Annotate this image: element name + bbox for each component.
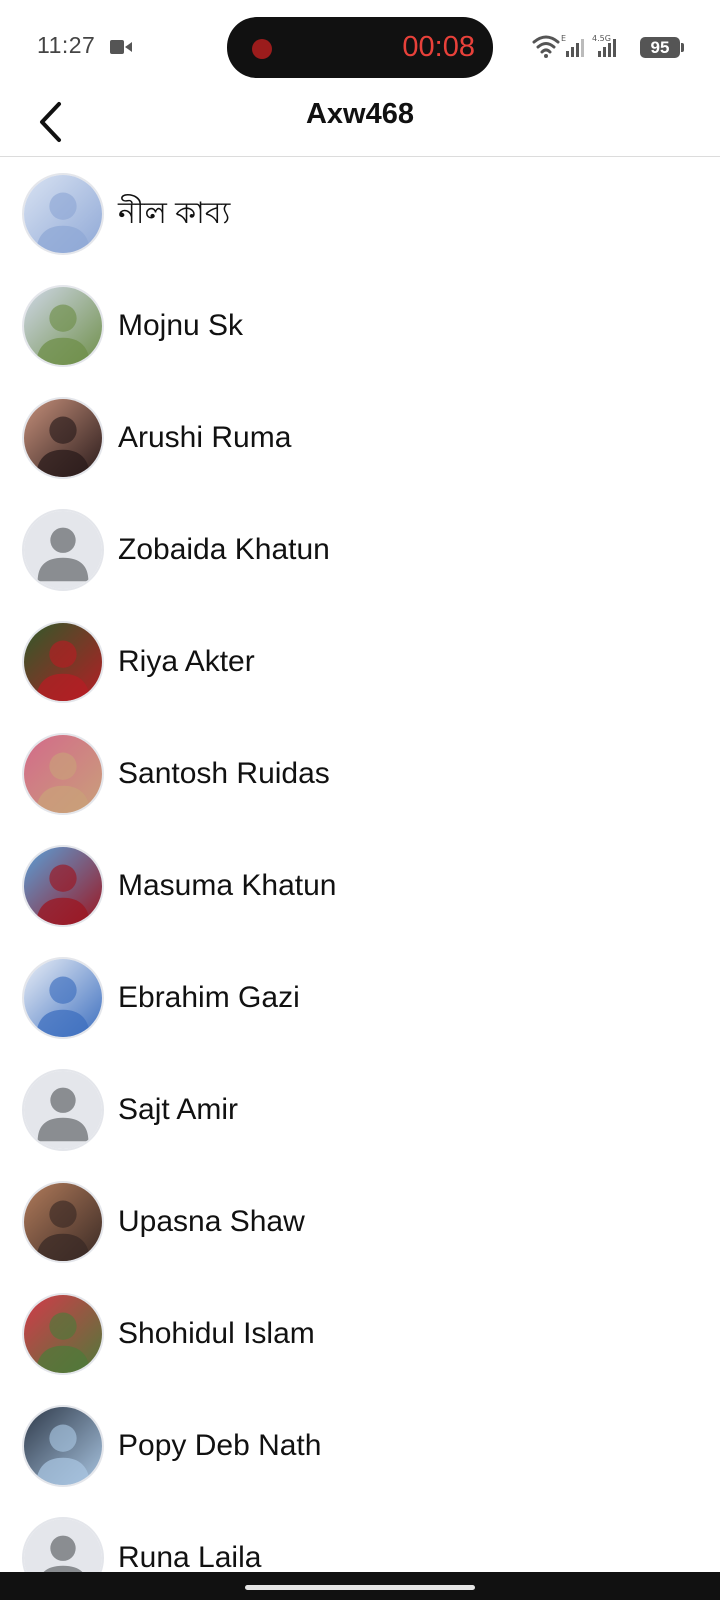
contact-row[interactable]: Ebrahim Gazi — [0, 942, 720, 1054]
page-title: Axw468 — [305, 98, 414, 130]
contact-name: Runa Laila — [118, 1541, 262, 1574]
contact-name: Arushi Ruma — [118, 421, 292, 454]
contact-row[interactable]: Shohidul Islam — [0, 1278, 720, 1390]
svg-text:E: E — [561, 34, 566, 43]
signal-icon: E — [561, 34, 584, 57]
default-avatar-icon[interactable] — [22, 509, 104, 591]
screen-recording-indicator[interactable]: 00:08 — [227, 17, 493, 78]
contact-row[interactable]: Riya Akter — [0, 606, 720, 718]
recording-dot-icon — [252, 39, 272, 59]
contact-row[interactable]: Upasna Shaw — [0, 1166, 720, 1278]
contact-name: Sajt Amir — [118, 1093, 239, 1126]
contact-name: Mojnu Sk — [118, 309, 244, 342]
contact-row[interactable]: Sajt Amir — [0, 1054, 720, 1166]
signal-icon: 4.5G — [592, 34, 616, 57]
contact-name: Upasna Shaw — [118, 1205, 305, 1238]
battery-tip — [681, 43, 684, 52]
contact-name: Popy Deb Nath — [118, 1429, 322, 1462]
battery-icon: 95 — [640, 37, 680, 58]
contact-row[interactable]: Zobaida Khatun — [0, 494, 720, 606]
contact-name: Zobaida Khatun — [118, 533, 330, 566]
avatar[interactable] — [22, 845, 104, 927]
video-camera-icon — [110, 40, 132, 54]
contact-name: Masuma Khatun — [118, 869, 337, 902]
recording-timer: 00:08 — [402, 31, 475, 63]
system-status-icons: E 4.5G — [532, 34, 616, 58]
svg-text:4.5G: 4.5G — [592, 34, 611, 43]
avatar[interactable] — [22, 621, 104, 703]
contact-row[interactable]: Popy Deb Nath — [0, 1390, 720, 1502]
system-navigation-bar — [0, 1572, 720, 1600]
contact-row[interactable]: Masuma Khatun — [0, 830, 720, 942]
avatar[interactable] — [22, 957, 104, 1039]
home-indicator[interactable] — [245, 1585, 475, 1590]
default-avatar-icon[interactable] — [22, 1069, 104, 1151]
avatar[interactable] — [22, 173, 104, 255]
contact-name: Santosh Ruidas — [118, 757, 330, 790]
contact-row[interactable]: Arushi Ruma — [0, 382, 720, 494]
wifi-icon — [532, 35, 560, 54]
status-bar: 11:27 00:08 E 4.5G 95 — [0, 0, 720, 92]
contact-row[interactable]: নীল কাব্য — [0, 158, 720, 270]
contact-name: Ebrahim Gazi — [118, 981, 300, 1014]
contact-name: Riya Akter — [118, 645, 255, 678]
avatar[interactable] — [22, 285, 104, 367]
avatar[interactable] — [22, 397, 104, 479]
contact-name: Shohidul Islam — [118, 1317, 315, 1350]
avatar[interactable] — [22, 1181, 104, 1263]
contact-name: নীল কাব্য — [118, 196, 231, 230]
avatar[interactable] — [22, 733, 104, 815]
contact-row[interactable]: Santosh Ruidas — [0, 718, 720, 830]
battery-level: 95 — [650, 38, 670, 57]
status-time: 11:27 — [37, 32, 96, 58]
avatar[interactable] — [22, 1405, 104, 1487]
contact-row[interactable]: Mojnu Sk — [0, 270, 720, 382]
avatar[interactable] — [22, 1293, 104, 1375]
contact-list: নীল কাব্য Mojnu Sk Arushi Ruma Zobaida Khat… — [0, 158, 720, 1600]
page-header: Axw468 — [0, 92, 720, 157]
